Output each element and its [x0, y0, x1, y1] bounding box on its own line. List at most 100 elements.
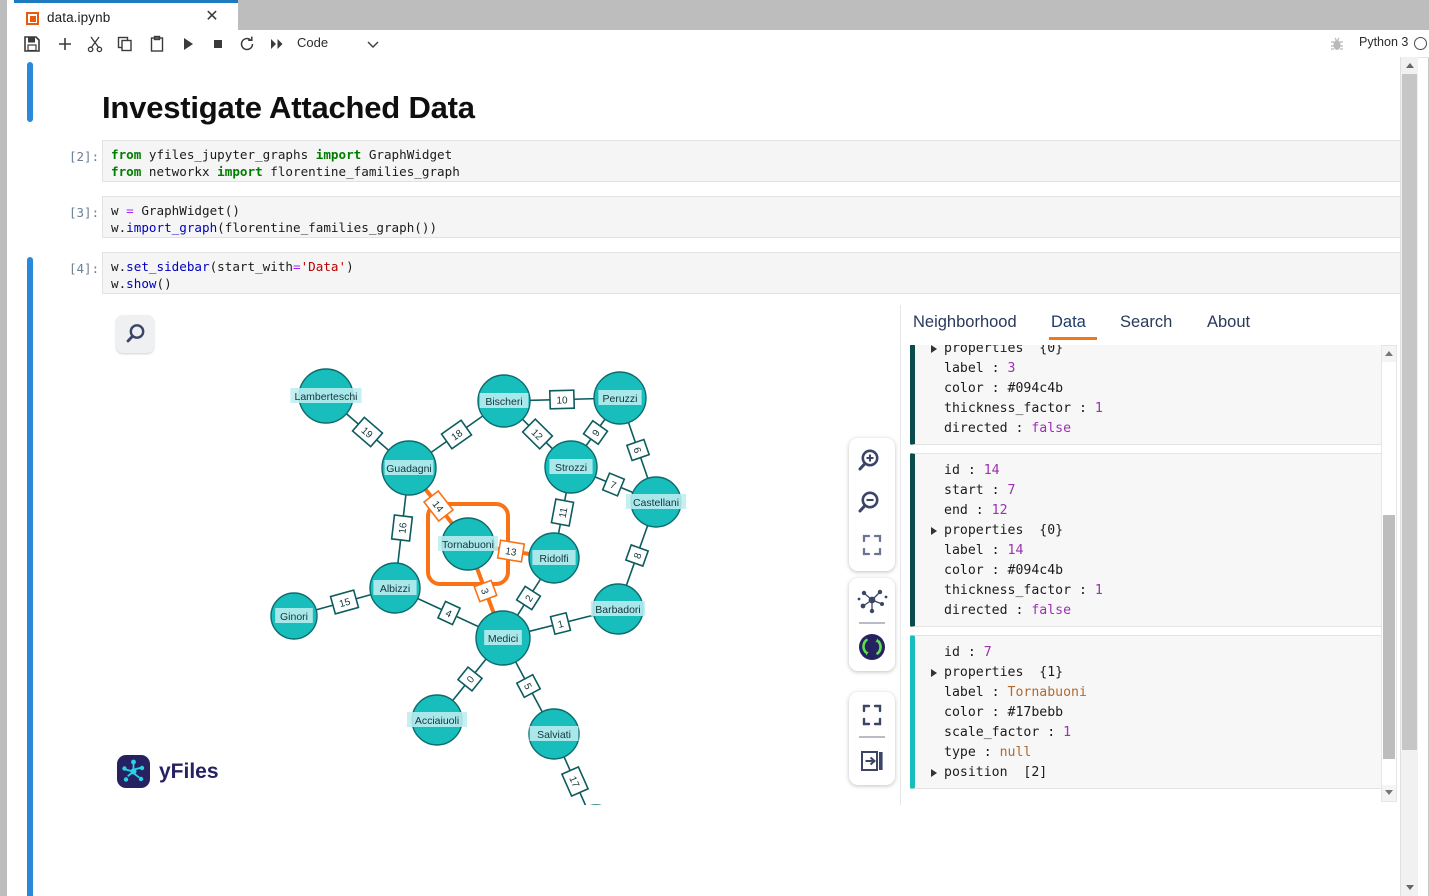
layout-graph-icon[interactable]: [849, 578, 895, 623]
reload-layout-icon[interactable]: [849, 625, 895, 670]
scroll-up-icon[interactable]: [1382, 346, 1396, 362]
svg-text:Lamberteschi: Lamberteschi: [294, 391, 357, 403]
edge-data-card[interactable]: properties {0}label : 3color : #094c4bth…: [910, 345, 1382, 445]
graph-node[interactable]: Medici: [476, 611, 530, 665]
svg-text:Guadagni: Guadagni: [386, 463, 432, 475]
graph-canvas[interactable]: 191018129671181416133215410517Lambertesc…: [102, 305, 900, 805]
page-title: Investigate Attached Data: [102, 90, 475, 126]
graph-edge-label[interactable]: 9: [584, 421, 608, 444]
svg-text:Albizzi: Albizzi: [380, 583, 410, 595]
graph-node[interactable]: Peruzzi: [594, 372, 646, 424]
data-key: label :: [944, 685, 1008, 700]
expand-arrow-icon[interactable]: [931, 669, 937, 677]
fullscreen-icon[interactable]: [849, 692, 895, 737]
tab-neighborhood[interactable]: Neighborhood: [913, 313, 1017, 332]
graph-node[interactable]: Ginori: [271, 593, 317, 639]
scrollbar-thumb[interactable]: [1383, 515, 1395, 759]
graph-node[interactable]: Bischeri: [478, 375, 530, 427]
graph-edge-label[interactable]: 11: [551, 499, 573, 526]
scroll-down-icon[interactable]: [1382, 785, 1396, 801]
graph-edge-label[interactable]: 19: [353, 417, 383, 446]
data-value: 12: [992, 503, 1008, 518]
svg-text:Bischeri: Bischeri: [485, 396, 522, 408]
graph-node[interactable]: Barbadori: [591, 584, 645, 634]
expand-arrow-icon[interactable]: [931, 345, 937, 353]
tab-about[interactable]: About: [1207, 313, 1250, 332]
graph-edge-label[interactable]: 7: [603, 473, 625, 496]
copy-icon[interactable]: [114, 35, 136, 53]
graph-edge-label[interactable]: 10: [550, 390, 574, 409]
cell-type-select[interactable]: Code: [297, 35, 328, 53]
graph-edge-label[interactable]: 0: [458, 667, 482, 691]
node-data-card[interactable]: id : 7properties {1}label : Tornabuonico…: [910, 635, 1382, 789]
paste-icon[interactable]: [146, 35, 168, 53]
graph-search-button[interactable]: [116, 315, 154, 353]
data-key: scale_factor :: [944, 725, 1063, 740]
code-editor[interactable]: from yfiles_jupyter_graphs import GraphW…: [102, 140, 1407, 182]
run-icon[interactable]: [177, 35, 199, 53]
graph-node[interactable]: Tornabuoni: [438, 518, 498, 570]
data-card-list[interactable]: properties {0}label : 3color : #094c4bth…: [910, 345, 1398, 802]
graph-node[interactable]: Salviati: [529, 709, 579, 759]
graph-edge-label[interactable]: 8: [626, 545, 648, 566]
code-editor[interactable]: w = GraphWidget() w.import_graph(florent…: [102, 196, 1407, 238]
graph-edge-label[interactable]: 2: [517, 586, 541, 609]
scroll-down-icon[interactable]: [1401, 879, 1418, 896]
kernel-name[interactable]: Python 3: [1359, 35, 1408, 49]
graph-edge-label[interactable]: 5: [517, 675, 540, 698]
add-cell-icon[interactable]: [54, 35, 76, 53]
toggle-sidebar-icon[interactable]: [849, 739, 895, 784]
data-row: label : 3: [915, 359, 1381, 379]
data-value: 7: [1008, 483, 1016, 498]
close-icon[interactable]: ✕: [202, 7, 222, 27]
graph-node[interactable]: Albizzi: [370, 563, 420, 613]
data-value: #094c4b: [1008, 381, 1064, 396]
tab-data[interactable]: Data: [1051, 313, 1086, 332]
graph-edge-label[interactable]: 13: [498, 540, 525, 562]
code-line: from networkx import florentine_families…: [103, 163, 1406, 180]
zoom-in-icon[interactable]: [849, 438, 895, 483]
data-value: 7: [984, 645, 992, 660]
zoom-out-icon[interactable]: [849, 480, 895, 525]
expand-arrow-icon[interactable]: [931, 527, 937, 535]
notebook-tab[interactable]: data.ipynb ✕: [14, 0, 238, 30]
bug-icon[interactable]: [1329, 35, 1345, 53]
data-key: thickness_factor :: [944, 401, 1095, 416]
graph-node[interactable]: Lamberteschi: [290, 369, 361, 423]
restart-icon[interactable]: [236, 35, 258, 53]
graph-node[interactable]: Strozzi: [545, 441, 597, 493]
graph-edge-label[interactable]: 6: [627, 439, 649, 460]
save-icon[interactable]: [21, 35, 43, 53]
stop-icon[interactable]: [207, 35, 229, 53]
scroll-up-icon[interactable]: [1401, 57, 1418, 74]
graph-edge-label[interactable]: 15: [331, 590, 359, 614]
data-value: 1: [1095, 583, 1103, 598]
notebook-scrollbar[interactable]: [1400, 57, 1418, 896]
tab-search[interactable]: Search: [1120, 313, 1172, 332]
idle-circle-icon[interactable]: [1414, 37, 1427, 50]
chevron-down-icon[interactable]: [365, 35, 381, 53]
scrollbar-thumb[interactable]: [1402, 74, 1417, 750]
graph-node[interactable]: Acciaiuoli: [407, 695, 467, 745]
data-scrollbar[interactable]: [1381, 345, 1397, 802]
data-value: [2]: [1023, 765, 1047, 780]
run-all-icon[interactable]: [266, 35, 288, 53]
graph-edge-label[interactable]: 18: [442, 420, 472, 449]
graph-edge-label[interactable]: 17: [562, 767, 588, 796]
graph-edge-label[interactable]: 4: [438, 601, 460, 624]
edge-data-card[interactable]: id : 14start : 7end : 12properties {0}la…: [910, 453, 1382, 627]
cut-icon[interactable]: [84, 35, 106, 53]
graph-node[interactable]: Guadagni: [382, 441, 436, 495]
fit-content-icon[interactable]: [849, 522, 895, 567]
graph-node[interactable]: Castellani: [626, 477, 686, 527]
graph-node[interactable]: Ridolfi: [529, 533, 579, 583]
graph-edge-label[interactable]: 16: [392, 515, 413, 541]
graph-edge-label[interactable]: 1: [551, 613, 571, 634]
expand-arrow-icon[interactable]: [931, 769, 937, 777]
data-key: color :: [944, 705, 1008, 720]
code-editor[interactable]: w.set_sidebar(start_with='Data') w.show(…: [102, 252, 1407, 294]
search-icon: [116, 315, 154, 353]
graph-svg[interactable]: 191018129671181416133215410517Lambertesc…: [102, 305, 900, 805]
data-value: 14: [984, 463, 1000, 478]
data-value: false: [1031, 421, 1071, 436]
